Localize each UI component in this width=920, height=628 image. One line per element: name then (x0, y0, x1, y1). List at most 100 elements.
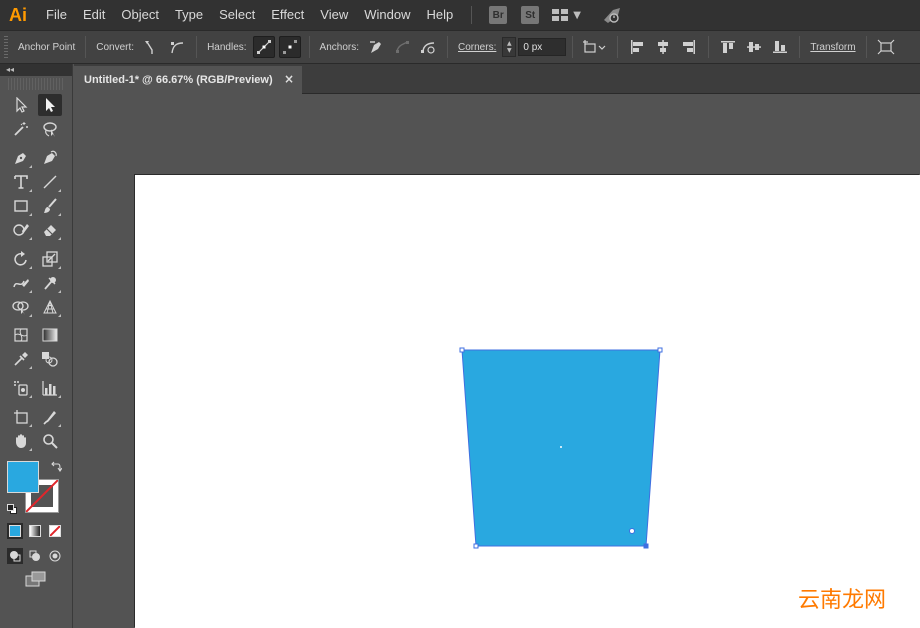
draw-inside-button[interactable] (47, 548, 63, 564)
rotate-icon (14, 251, 27, 266)
close-icon[interactable]: × (284, 72, 294, 86)
blend-tool[interactable] (38, 348, 62, 370)
none-mode-button[interactable] (47, 523, 63, 539)
menu-edit[interactable]: Edit (75, 0, 113, 30)
slice-icon (43, 411, 56, 425)
hand-tool[interactable] (9, 430, 33, 452)
stock-button[interactable]: St (521, 6, 540, 24)
vertical-align-top-button[interactable] (717, 36, 739, 58)
shaper-tool[interactable] (9, 219, 33, 241)
screen-mode-button[interactable] (23, 570, 49, 588)
vertical-align-center-button[interactable] (743, 36, 765, 58)
hand-icon (16, 434, 26, 448)
puppet-warp-tool[interactable] (38, 272, 62, 294)
shape-builder-tool[interactable] (9, 296, 33, 318)
column-graph-tool[interactable] (38, 377, 62, 399)
remove-anchor-button[interactable] (365, 36, 387, 58)
none-swatch-icon (49, 525, 61, 537)
selection-tool[interactable] (9, 94, 33, 116)
convert-to-smooth-button[interactable] (166, 36, 188, 58)
panel-collapse-button[interactable]: ◂◂ (0, 64, 72, 76)
gradient-icon (42, 328, 58, 342)
document-tab[interactable]: Untitled-1* @ 66.67% (RGB/Preview) × (74, 66, 302, 94)
rocket-icon (603, 8, 620, 23)
lasso-tool[interactable] (38, 118, 62, 140)
column-graph-icon (42, 381, 57, 396)
paintbrush-tool[interactable] (38, 195, 62, 217)
corners-input[interactable] (518, 38, 567, 56)
symbol-sprayer-tool[interactable] (9, 377, 33, 399)
pen-icon (15, 153, 26, 164)
rectangle-tool[interactable] (9, 195, 33, 217)
arrange-documents-button[interactable]: ▼ (552, 9, 581, 21)
gradient-mode-button[interactable] (27, 523, 43, 539)
transform-button[interactable]: Transform (810, 42, 855, 53)
anchor-point-top-left[interactable] (459, 347, 465, 353)
eraser-tool[interactable] (38, 219, 62, 241)
pen-tool[interactable] (9, 147, 33, 169)
gradient-swatch-icon (29, 525, 41, 537)
type-icon (14, 175, 28, 189)
separator (447, 36, 448, 58)
gpu-performance-button[interactable] (601, 6, 623, 24)
artboard[interactable]: 云南龙网 (135, 175, 920, 628)
corners-stepper[interactable]: ▲ ▼ (502, 37, 517, 57)
direct-selection-tool[interactable] (38, 94, 62, 116)
color-mode-button[interactable] (7, 523, 23, 539)
menu-effect[interactable]: Effect (263, 0, 312, 30)
magic-wand-tool[interactable] (9, 118, 33, 140)
mesh-icon (14, 328, 28, 342)
connect-path-icon (396, 41, 409, 53)
perspective-grid-tool[interactable] (38, 296, 62, 318)
align-to-button[interactable] (581, 36, 609, 58)
gradient-tool[interactable] (38, 324, 62, 346)
hide-handles-button[interactable] (278, 36, 301, 58)
artboard-tool[interactable] (9, 406, 33, 428)
anchor-point-top-right[interactable] (657, 347, 663, 353)
live-corner-widget[interactable] (629, 528, 635, 534)
menu-help[interactable]: Help (418, 0, 461, 30)
app-logo: Ai (9, 4, 27, 25)
connect-anchors-button[interactable] (391, 36, 413, 58)
menu-select[interactable]: Select (211, 0, 263, 30)
center-point (560, 446, 562, 448)
slice-tool[interactable] (38, 406, 62, 428)
draw-normal-button[interactable] (7, 548, 23, 564)
menu-separator (471, 6, 473, 24)
horizontal-align-center-button[interactable] (652, 36, 674, 58)
anchor-point-bottom-left[interactable] (473, 543, 479, 549)
canvas[interactable]: 云南龙网 (74, 94, 920, 628)
corners-label[interactable]: Corners: (458, 42, 496, 53)
menu-view[interactable]: View (312, 0, 356, 30)
swap-fill-stroke-icon[interactable] (50, 461, 62, 473)
fill-swatch[interactable] (7, 461, 39, 493)
show-handles-button[interactable] (252, 36, 275, 58)
convert-to-corner-button[interactable] (140, 36, 162, 58)
type-tool[interactable] (9, 171, 33, 193)
eyedropper-tool[interactable] (9, 348, 33, 370)
menu-object[interactable]: Object (113, 0, 167, 30)
horizontal-align-left-button[interactable] (626, 36, 648, 58)
line-segment-tool[interactable] (38, 171, 62, 193)
warp-tool[interactable] (9, 272, 33, 294)
mesh-tool[interactable] (9, 324, 33, 346)
menu-bar: Ai File Edit Object Type Select Effect V… (0, 0, 920, 30)
panel-grip[interactable] (8, 78, 64, 90)
scale-tool[interactable] (38, 248, 62, 270)
horizontal-align-right-button[interactable] (678, 36, 700, 58)
draw-behind-button[interactable] (27, 548, 43, 564)
chevron-down-icon: ▼ (573, 9, 581, 21)
curvature-tool[interactable] (38, 147, 62, 169)
default-fill-stroke-icon[interactable] (7, 504, 17, 514)
bridge-button[interactable]: Br (489, 6, 508, 24)
isolate-selected-button[interactable] (875, 36, 897, 58)
vertical-align-bottom-button[interactable] (769, 36, 791, 58)
rotate-tool[interactable] (9, 248, 33, 270)
zoom-tool[interactable] (38, 430, 62, 452)
control-bar-grip[interactable] (4, 36, 8, 58)
menu-window[interactable]: Window (356, 0, 418, 30)
cut-path-button[interactable] (417, 36, 439, 58)
menu-type[interactable]: Type (167, 0, 211, 30)
menu-file[interactable]: File (36, 0, 75, 30)
anchor-point-bottom-right[interactable] (643, 543, 649, 549)
